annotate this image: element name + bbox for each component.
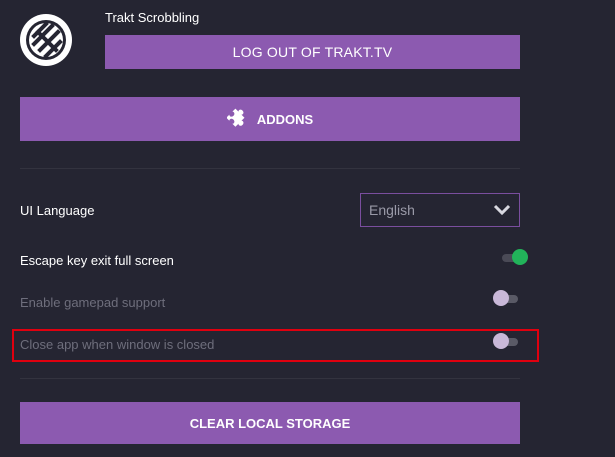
trakt-logo-icon <box>20 14 72 66</box>
toggle-knob <box>493 333 509 349</box>
logout-trakt-button[interactable]: LOG OUT OF TRAKT.TV <box>105 35 520 69</box>
addons-label: ADDONS <box>256 111 314 127</box>
puzzle-icon <box>226 108 249 130</box>
divider <box>20 378 520 379</box>
chevron-down-icon <box>493 204 511 216</box>
escape-fullscreen-toggle[interactable] <box>500 249 528 265</box>
addons-button[interactable]: ADDONS <box>20 97 520 141</box>
ui-language-label: UI Language <box>20 203 95 218</box>
clear-local-storage-button[interactable]: CLEAR LOCAL STORAGE <box>20 402 520 444</box>
close-app-label: Close app when window is closed <box>20 337 215 352</box>
gamepad-toggle[interactable] <box>493 290 520 306</box>
gamepad-label: Enable gamepad support <box>20 295 166 310</box>
toggle-knob <box>493 290 509 306</box>
escape-fullscreen-label: Escape key exit full screen <box>20 253 174 268</box>
trakt-section-title: Trakt Scrobbling <box>105 10 200 25</box>
settings-page: Trakt Scrobbling LOG OUT OF TRAKT.TV ADD… <box>0 0 615 457</box>
close-app-toggle[interactable] <box>493 333 520 349</box>
ui-language-select[interactable]: English <box>360 193 520 227</box>
ui-language-value: English <box>369 202 415 218</box>
divider <box>20 168 520 169</box>
toggle-knob <box>512 249 528 265</box>
